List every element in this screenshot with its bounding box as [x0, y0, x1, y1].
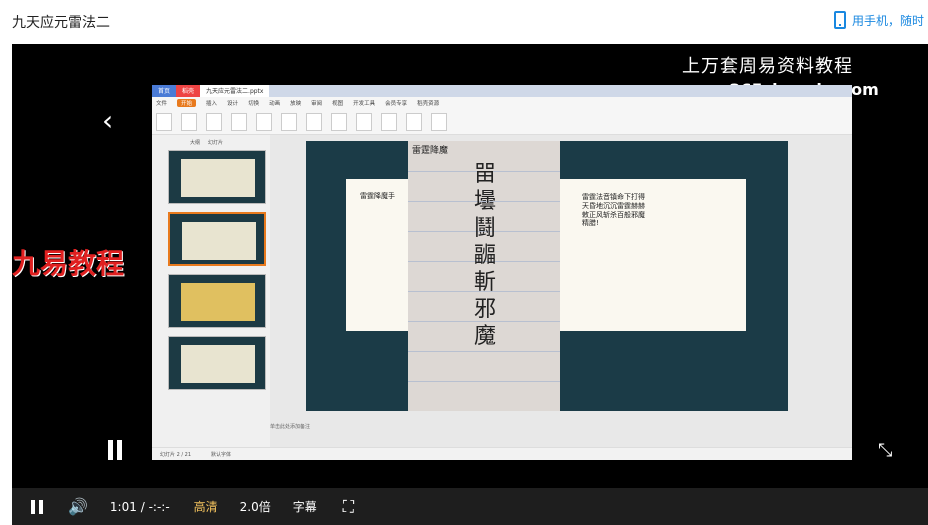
slide-thumb[interactable]: [168, 274, 266, 328]
slide-left-title: 雷霆降魔手: [360, 192, 395, 200]
app-tabs: 首页 稻壳 九天应元雷法二.pptx: [152, 85, 852, 97]
ribbon-button[interactable]: [281, 112, 297, 131]
time-display: 1:01 / -:-:-: [110, 500, 170, 514]
handwritten-note: 雷霆降魔 㽞壜鬪疈斬邪魔: [408, 141, 560, 411]
status-theme: 默认字体: [211, 451, 232, 458]
remark-placeholder[interactable]: 单击此处添加备注: [270, 423, 310, 430]
note-line: [408, 351, 560, 352]
tab-file[interactable]: 九天应元雷法二.pptx: [200, 85, 270, 97]
page-title: 九天应元雷法二: [12, 15, 110, 31]
brand-watermark: 九易教程: [12, 247, 125, 280]
time-separator: /: [140, 499, 145, 514]
thumb-content: [181, 283, 255, 321]
menu-view[interactable]: 视图: [332, 99, 343, 107]
menu-dev[interactable]: 开发工具: [353, 99, 375, 107]
menu-animation[interactable]: 动画: [269, 99, 280, 107]
menu-transition[interactable]: 切换: [248, 99, 259, 107]
ribbon-button[interactable]: [156, 112, 172, 131]
speed-button[interactable]: 2.0倍: [240, 498, 271, 515]
pause-icon[interactable]: [108, 440, 122, 460]
ribbon-button[interactable]: [256, 112, 272, 131]
tab-home[interactable]: 首页: [152, 85, 177, 97]
ribbon: [152, 109, 852, 135]
fullscreen-icon[interactable]: ⛶: [343, 497, 354, 517]
menu-review[interactable]: 审阅: [311, 99, 322, 107]
volume-icon[interactable]: 🔊: [68, 497, 88, 516]
time-current: 1:01: [109, 499, 137, 514]
slide-thumb-selected[interactable]: [168, 212, 266, 266]
menu-bar: 文件 开始 插入 设计 切换 动画 放映 审阅 视图 开发工具 会员专享 稻壳资…: [152, 97, 852, 109]
thumb-tab-outline[interactable]: 大纲: [190, 139, 200, 146]
ribbon-button[interactable]: [181, 112, 197, 131]
ribbon-button[interactable]: [206, 112, 222, 131]
thumb-content: [181, 159, 255, 197]
ribbon-button[interactable]: [231, 112, 247, 131]
menu-vip[interactable]: 会员专享: [385, 99, 407, 107]
slide-thumb[interactable]: [168, 336, 266, 390]
slide: 雷霆降魔手 雷霆法音镇命下打得天昏地沉沉雷霆赫赫敕正风斩杀百般邪魔精腊! 雷霆降…: [306, 141, 788, 411]
menu-insert[interactable]: 插入: [206, 99, 217, 107]
video-player[interactable]: 上万套周易资料教程 www.265zhouyiw.com 首页 稻壳 九天应元雷…: [12, 44, 928, 525]
workspace: 大纲 幻灯片 雷霆降魔手 雷霆法音镇命下打得天昏地沉沉雷霆赫赫敕正风斩杀百般邪魔…: [152, 135, 852, 447]
ribbon-button[interactable]: [356, 112, 372, 131]
chevron-left-icon[interactable]: ‹: [102, 104, 113, 137]
note-line: [408, 381, 560, 382]
thumbnail-pane: 大纲 幻灯片: [152, 135, 270, 447]
status-bar: 幻灯片 2 / 21 默认字体: [152, 447, 852, 460]
overlay-line1: 上万套周易资料教程: [682, 56, 853, 77]
slide-canvas[interactable]: 雷霆降魔手 雷霆法音镇命下打得天昏地沉沉雷霆赫赫敕正风斩杀百般邪魔精腊! 雷霆降…: [270, 135, 852, 447]
menu-file[interactable]: 文件: [156, 99, 167, 107]
time-total: -:-:-: [148, 499, 170, 514]
slide-right-text: 雷霆法音镇命下打得天昏地沉沉雷霆赫赫敕正风斩杀百般邪魔精腊!: [582, 193, 645, 228]
thumb-tab-slides[interactable]: 幻灯片: [208, 139, 223, 146]
ribbon-button[interactable]: [331, 112, 347, 131]
control-bar: 🔊 1:01 / -:-:- 高清 2.0倍 字幕 ⛶: [12, 488, 928, 525]
phone-link-label: 用手机，随时: [852, 13, 925, 28]
exit-fullscreen-icon[interactable]: ⤡: [878, 440, 892, 461]
note-head: 雷霆降魔: [412, 146, 449, 156]
ribbon-button[interactable]: [381, 112, 397, 131]
quality-button[interactable]: 高清: [194, 498, 218, 515]
thumb-content: [181, 345, 255, 383]
pause-button[interactable]: [30, 499, 44, 514]
ribbon-button[interactable]: [406, 112, 422, 131]
status-slide-count: 幻灯片 2 / 21: [160, 451, 191, 458]
phone-icon: [834, 11, 846, 29]
menu-start[interactable]: 开始: [177, 99, 197, 107]
phone-link[interactable]: 用手机，随时: [834, 11, 924, 29]
menu-docer[interactable]: 稻壳资源: [417, 99, 439, 107]
thumb-tabs: 大纲 幻灯片: [190, 139, 262, 146]
menu-show[interactable]: 放映: [290, 99, 301, 107]
ppt-screen: 首页 稻壳 九天应元雷法二.pptx 文件 开始 插入 设计 切换 动画 放映 …: [152, 85, 852, 460]
thumb-content: [182, 222, 256, 260]
page-header: 九天应元雷法二 用手机，随时: [0, 0, 928, 44]
subtitles-button[interactable]: 字幕: [293, 498, 317, 515]
tab-docer[interactable]: 稻壳: [176, 85, 201, 97]
ribbon-button[interactable]: [306, 112, 322, 131]
menu-design[interactable]: 设计: [227, 99, 238, 107]
ribbon-button[interactable]: [431, 112, 447, 131]
slide-thumb[interactable]: [168, 150, 266, 204]
note-chars: 㽞壜鬪疈斬邪魔: [473, 162, 496, 349]
